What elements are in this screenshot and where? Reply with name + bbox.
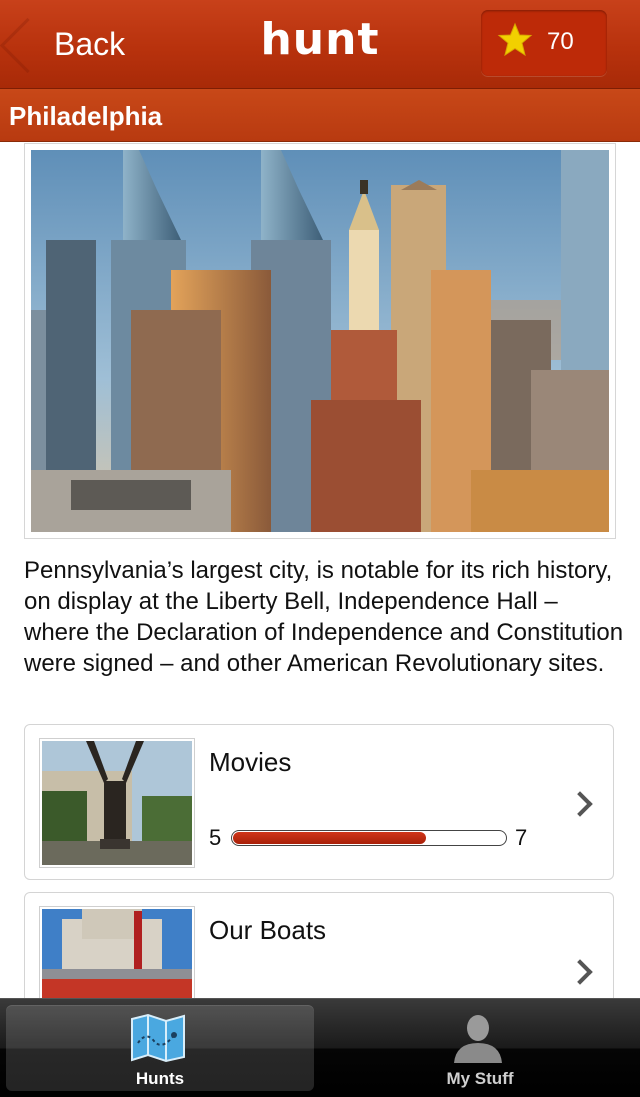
progress-max: 7 [515,825,528,850]
progress-min: 5 [209,825,222,850]
hunt-name: Movies [209,747,292,777]
progress-fill [233,832,426,844]
map-icon [131,1013,185,1063]
points-count: 70 [547,28,574,55]
skyline-photo [31,150,609,532]
tab-label: Hunts [135,1069,185,1088]
hunt-name: Our Boats [209,915,327,945]
tab-label: My Stuff [446,1069,514,1088]
city-description: Pennsylvania’s largest city, is notable … [24,557,624,677]
progress-track [231,830,507,846]
back-button[interactable]: Back [0,14,150,74]
points-button[interactable]: 70 [481,10,607,76]
star-icon [497,22,533,57]
person-icon [454,1015,502,1063]
tab-my-stuff[interactable]: My Stuff [326,1005,634,1091]
hunt-card-movies[interactable]: Movies 5 7 [24,724,614,880]
hunt-progress: 5 7 [209,825,539,855]
app-logo: hunt [260,14,380,65]
chevron-right-icon [567,791,593,817]
city-title: Philadelphia [9,101,163,131]
hunt-thumbnail [39,738,195,868]
tab-bar: Hunts My Stuff [0,998,640,1097]
rocky-statue-photo [42,741,192,865]
back-chevron-icon [0,17,56,74]
chevron-right-icon [567,959,593,985]
city-header: Philadelphia [0,89,640,142]
back-button-label: Back [54,26,126,62]
city-hero-image [24,143,616,539]
tab-hunts[interactable]: Hunts [6,1005,314,1091]
nav-bar: Back hunt 70 [0,0,640,89]
